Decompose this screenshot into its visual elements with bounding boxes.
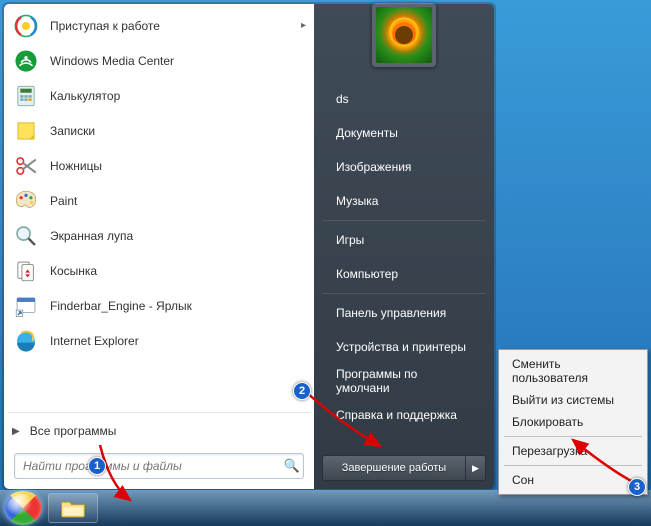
- wmc-icon: [12, 47, 40, 75]
- right-item-devices[interactable]: Устройства и принтеры: [322, 330, 486, 364]
- all-programs[interactable]: ▶ Все программы: [4, 415, 314, 447]
- submenu-lock[interactable]: Блокировать: [502, 411, 644, 433]
- program-finderbar[interactable]: Finderbar_Engine - Ярлык: [6, 288, 312, 323]
- annotation-arrow-1: [95, 440, 155, 510]
- separator: [322, 293, 486, 294]
- start-button[interactable]: [4, 491, 42, 525]
- scissors-icon: [12, 152, 40, 180]
- shutdown-row: Завершение работы ▶: [322, 455, 486, 481]
- program-ie[interactable]: Internet Explorer: [6, 323, 312, 358]
- program-label: Калькулятор: [50, 89, 120, 103]
- program-calc[interactable]: Калькулятор: [6, 78, 312, 113]
- program-solitaire[interactable]: Косынка: [6, 253, 312, 288]
- user-picture: [376, 7, 432, 63]
- user-picture-frame[interactable]: [372, 3, 436, 67]
- annotation-marker-1: 1: [88, 457, 106, 475]
- triangle-right-icon: ▶: [12, 426, 20, 437]
- shutdown-button[interactable]: Завершение работы: [322, 455, 466, 481]
- explorer-icon: [60, 498, 86, 518]
- program-label: Косынка: [50, 264, 97, 278]
- submenu-switch-user[interactable]: Сменить пользователя: [502, 353, 644, 389]
- program-getting-started[interactable]: Приступая к работе ▸: [6, 8, 312, 43]
- program-label: Paint: [50, 194, 77, 208]
- annotation-arrow-2: [300, 388, 390, 458]
- right-item-control-panel[interactable]: Панель управления: [322, 296, 486, 330]
- submenu-logoff[interactable]: Выйти из системы: [502, 389, 644, 411]
- program-notes[interactable]: Записки: [6, 113, 312, 148]
- start-menu: Приступая к работе ▸ Windows Media Cente…: [2, 2, 496, 491]
- shortcut-icon: [12, 292, 40, 320]
- program-label: Ножницы: [50, 159, 102, 173]
- program-label: Internet Explorer: [50, 334, 139, 348]
- separator: [322, 220, 486, 221]
- shutdown-options-arrow[interactable]: ▶: [466, 455, 486, 481]
- annotation-marker-2: 2: [293, 382, 311, 400]
- chevron-right-icon: ▸: [301, 20, 306, 31]
- program-snip[interactable]: Ножницы: [6, 148, 312, 183]
- program-wmc[interactable]: Windows Media Center: [6, 43, 312, 78]
- search-box[interactable]: 🔍: [14, 453, 304, 479]
- right-item-music[interactable]: Музыка: [322, 184, 486, 218]
- notes-icon: [12, 117, 40, 145]
- right-item-user[interactable]: ds: [322, 82, 486, 116]
- annotation-marker-3: 3: [628, 478, 646, 496]
- right-item-pictures[interactable]: Изображения: [322, 150, 486, 184]
- start-menu-left-pane: Приступая к работе ▸ Windows Media Cente…: [4, 4, 314, 489]
- right-item-documents[interactable]: Документы: [322, 116, 486, 150]
- ie-icon: [12, 327, 40, 355]
- program-label: Экранная лупа: [50, 229, 133, 243]
- separator: [8, 412, 310, 413]
- right-list: ds Документы Изображения Музыка Игры Ком…: [314, 82, 494, 432]
- program-magnifier[interactable]: Экранная лупа: [6, 218, 312, 253]
- solitaire-icon: [12, 257, 40, 285]
- magnifier-icon: [12, 222, 40, 250]
- right-item-games[interactable]: Игры: [322, 223, 486, 257]
- program-label: Windows Media Center: [50, 54, 174, 68]
- program-label: Приступая к работе: [50, 19, 160, 33]
- right-item-computer[interactable]: Компьютер: [322, 257, 486, 291]
- paint-icon: [12, 187, 40, 215]
- program-label: Finderbar_Engine - Ярлык: [50, 299, 192, 313]
- all-programs-label: Все программы: [30, 424, 117, 438]
- program-list: Приступая к работе ▸ Windows Media Cente…: [4, 4, 314, 410]
- search-icon[interactable]: 🔍: [281, 458, 303, 474]
- calc-icon: [12, 82, 40, 110]
- program-paint[interactable]: Paint: [6, 183, 312, 218]
- taskbar-explorer[interactable]: [48, 493, 98, 523]
- getting-started-icon: [12, 12, 40, 40]
- program-label: Записки: [50, 124, 95, 138]
